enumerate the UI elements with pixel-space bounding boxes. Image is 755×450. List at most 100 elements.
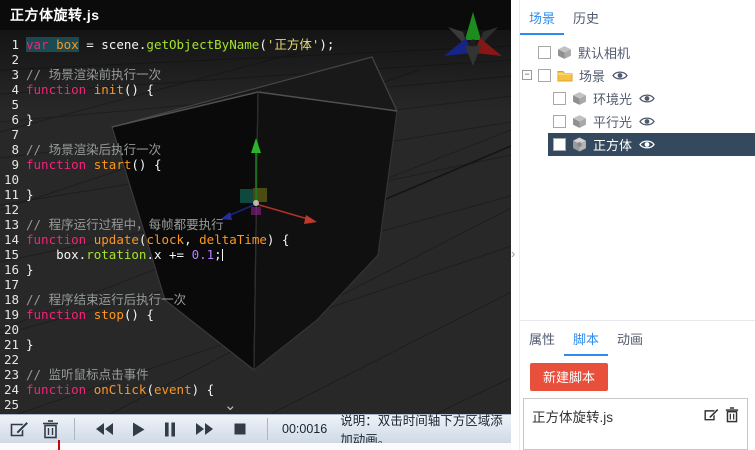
script-delete-icon[interactable]: [725, 407, 739, 426]
code-token: }: [26, 187, 34, 202]
code-token: 0.1: [192, 247, 215, 262]
code-line[interactable]: 18// 程序结束运行后执行一次: [0, 292, 511, 307]
new-script-button[interactable]: 新建脚本: [530, 363, 608, 391]
line-number: 20: [0, 322, 26, 337]
script-edit-icon[interactable]: [704, 407, 720, 426]
script-list: 正方体旋转.js: [523, 398, 748, 450]
code-line[interactable]: 15 box.rotation.x += 0.1;: [0, 247, 511, 262]
code-line[interactable]: 9function start() {: [0, 157, 511, 172]
code-line[interactable]: 13// 程序运行过程中，每帧都要执行: [0, 217, 511, 232]
code-token: box: [56, 37, 79, 52]
code-line[interactable]: 11}: [0, 187, 511, 202]
code-token: ) {: [267, 232, 290, 247]
code-text: function start() {: [26, 157, 162, 172]
code-line[interactable]: 4function init() {: [0, 82, 511, 97]
pause-button[interactable]: [164, 422, 176, 437]
detail-tab[interactable]: 动画: [608, 329, 652, 356]
tree-item[interactable]: 平行光: [520, 110, 755, 133]
play-button[interactable]: [132, 422, 145, 437]
code-line[interactable]: 23// 监听鼠标点击事件: [0, 367, 511, 382]
code-line[interactable]: 17: [0, 277, 511, 292]
tree-checkbox[interactable]: [538, 69, 551, 82]
editor-titlebar: 正方体旋转.js: [0, 0, 511, 30]
code-token: box.: [26, 247, 86, 262]
code-line[interactable]: 10: [0, 172, 511, 187]
detail-tab[interactable]: 属性: [520, 329, 564, 356]
code-editor[interactable]: 1var box = scene.getObjectByName('正方体');…: [0, 30, 511, 414]
playhead-marker[interactable]: [58, 440, 60, 450]
tree-checkbox[interactable]: [538, 46, 551, 59]
detail-section: 属性脚本动画 新建脚本 正方体旋转.js: [520, 321, 755, 450]
stop-button[interactable]: [234, 423, 246, 435]
tree-checkbox[interactable]: [553, 138, 566, 151]
code-line[interactable]: 3// 场景渲染前执行一次: [0, 67, 511, 82]
code-text: // 程序运行过程中，每帧都要执行: [26, 217, 224, 232]
code-token: // 程序结束运行后执行一次: [26, 292, 186, 307]
tree-expander-icon[interactable]: −: [522, 70, 532, 80]
code-token: [86, 157, 94, 172]
line-number: 8: [0, 142, 26, 157]
tree-item[interactable]: 正方体: [520, 133, 755, 156]
delete-script-button[interactable]: [42, 420, 59, 439]
code-line[interactable]: 5: [0, 97, 511, 112]
line-number: 7: [0, 127, 26, 142]
code-token: '正方体': [267, 37, 320, 52]
toolbar-separator: [74, 418, 75, 440]
line-number: 12: [0, 202, 26, 217]
scene-tab[interactable]: 历史: [564, 8, 608, 35]
code-line[interactable]: 21}: [0, 337, 511, 352]
line-number: 5: [0, 97, 26, 112]
code-text: function update(clock, deltaTime) {: [26, 232, 289, 247]
code-token: () {: [124, 307, 154, 322]
detail-tabs: 属性脚本动画: [520, 321, 755, 356]
tree-item[interactable]: 环境光: [520, 87, 755, 110]
collapse-editor-button[interactable]: ⌄: [224, 399, 237, 413]
trash-icon: [42, 420, 59, 439]
tree-checkbox[interactable]: [553, 92, 566, 105]
code-line[interactable]: 22: [0, 352, 511, 367]
code-line[interactable]: 20: [0, 322, 511, 337]
code-token: getObjectByName: [146, 37, 259, 52]
code-line[interactable]: 8// 场景渲染后执行一次: [0, 142, 511, 157]
code-token: (: [146, 382, 154, 397]
code-token: function: [26, 157, 86, 172]
line-number: 10: [0, 172, 26, 187]
scene-tabs: 场景历史: [520, 0, 755, 35]
code-line[interactable]: 12: [0, 202, 511, 217]
tree-checkbox[interactable]: [553, 115, 566, 128]
visibility-eye-icon[interactable]: [639, 93, 655, 104]
script-list-item[interactable]: 正方体旋转.js: [524, 399, 747, 432]
code-line[interactable]: 14function update(clock, deltaTime) {: [0, 232, 511, 247]
code-text: }: [26, 262, 34, 277]
visibility-eye-icon[interactable]: [639, 116, 655, 127]
script-item-actions: [704, 407, 739, 426]
tree-item[interactable]: −场景: [520, 64, 755, 87]
text-caret: [222, 249, 224, 261]
code-line[interactable]: 1var box = scene.getObjectByName('正方体');: [0, 37, 511, 52]
rewind-icon: [95, 422, 114, 436]
code-line[interactable]: 6}: [0, 112, 511, 127]
code-line[interactable]: 16}: [0, 262, 511, 277]
code-line[interactable]: 24function onClick(event) {: [0, 382, 511, 397]
visibility-eye-icon[interactable]: [612, 70, 628, 81]
line-number: 25: [0, 397, 26, 412]
tree-item[interactable]: 默认相机: [520, 41, 755, 64]
code-token: init: [94, 82, 124, 97]
code-line[interactable]: 7: [0, 127, 511, 142]
scene-tab[interactable]: 场景: [520, 8, 564, 35]
code-text: }: [26, 112, 34, 127]
code-token: function: [26, 307, 86, 322]
viewport-3d[interactable]: 正方体旋转.js ✕ 1var box = scene.getObjectByN…: [0, 0, 511, 450]
code-token: [86, 82, 94, 97]
scene-tree: 默认相机−场景环境光平行光正方体: [520, 41, 755, 156]
panel-collapse-handle[interactable]: ›: [511, 246, 515, 261]
visibility-eye-icon[interactable]: [639, 139, 655, 150]
detail-tab[interactable]: 脚本: [564, 329, 608, 356]
code-token: [86, 307, 94, 322]
code-line[interactable]: 19function stop() {: [0, 307, 511, 322]
rewind-button[interactable]: [95, 422, 114, 436]
edit-script-button[interactable]: [10, 420, 30, 438]
code-line[interactable]: 2: [0, 52, 511, 67]
fast-forward-button[interactable]: [195, 422, 214, 436]
timeline-track[interactable]: [0, 443, 511, 450]
